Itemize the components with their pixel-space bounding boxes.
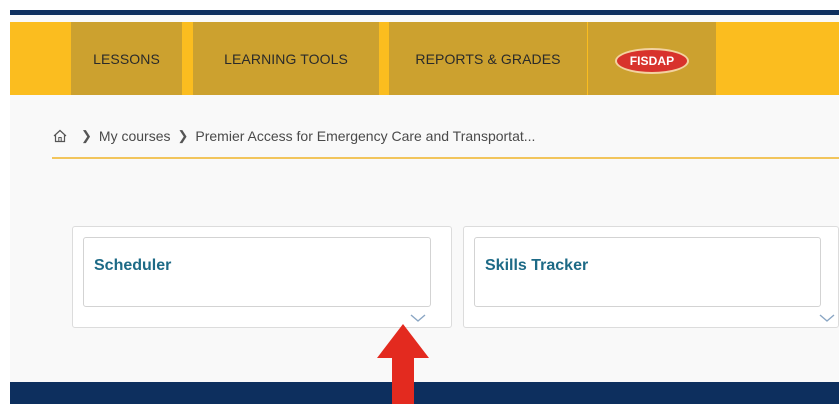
annotation-arrow-icon — [377, 324, 429, 404]
breadcrumb-separator-icon: ❯ — [177, 128, 189, 143]
nav-learning-tools-label: LEARNING TOOLS — [224, 50, 348, 67]
top-header-strip — [10, 10, 839, 15]
skills-tracker-card-header[interactable]: Skills Tracker — [474, 237, 821, 307]
chevron-down-icon[interactable] — [818, 311, 836, 323]
breadcrumb-divider — [52, 157, 839, 159]
breadcrumb-separator-icon: ❯ — [81, 128, 92, 143]
scheduler-card: Scheduler — [72, 226, 452, 328]
scheduler-card-title: Scheduler — [94, 257, 172, 274]
breadcrumb-course-title[interactable]: Premier Access for Emergency Care and Tr… — [195, 128, 535, 144]
nav-reports-grades[interactable]: REPORTS & GRADES — [389, 22, 587, 95]
fisdap-logo-text: FISDAP — [629, 53, 675, 68]
scheduler-card-header[interactable]: Scheduler — [83, 237, 431, 307]
nav-reports-grades-label: REPORTS & GRADES — [415, 50, 561, 67]
skills-tracker-card-title: Skills Tracker — [485, 257, 589, 274]
breadcrumb: ❯ My courses ❯ Premier Access for Emerge… — [52, 122, 535, 150]
fisdap-logo: FISDAP — [615, 47, 689, 74]
nav-fisdap[interactable]: FISDAP — [588, 22, 716, 95]
breadcrumb-my-courses[interactable]: My courses — [99, 128, 171, 144]
nav-lessons[interactable]: LESSONS — [71, 22, 182, 95]
skills-tracker-card: Skills Tracker — [463, 226, 839, 328]
nav-learning-tools[interactable]: LEARNING TOOLS — [193, 22, 379, 95]
home-icon[interactable] — [52, 128, 68, 144]
nav-lessons-label: LESSONS — [93, 50, 160, 67]
main-navbar: LESSONS LEARNING TOOLS REPORTS & GRADES … — [10, 22, 839, 95]
